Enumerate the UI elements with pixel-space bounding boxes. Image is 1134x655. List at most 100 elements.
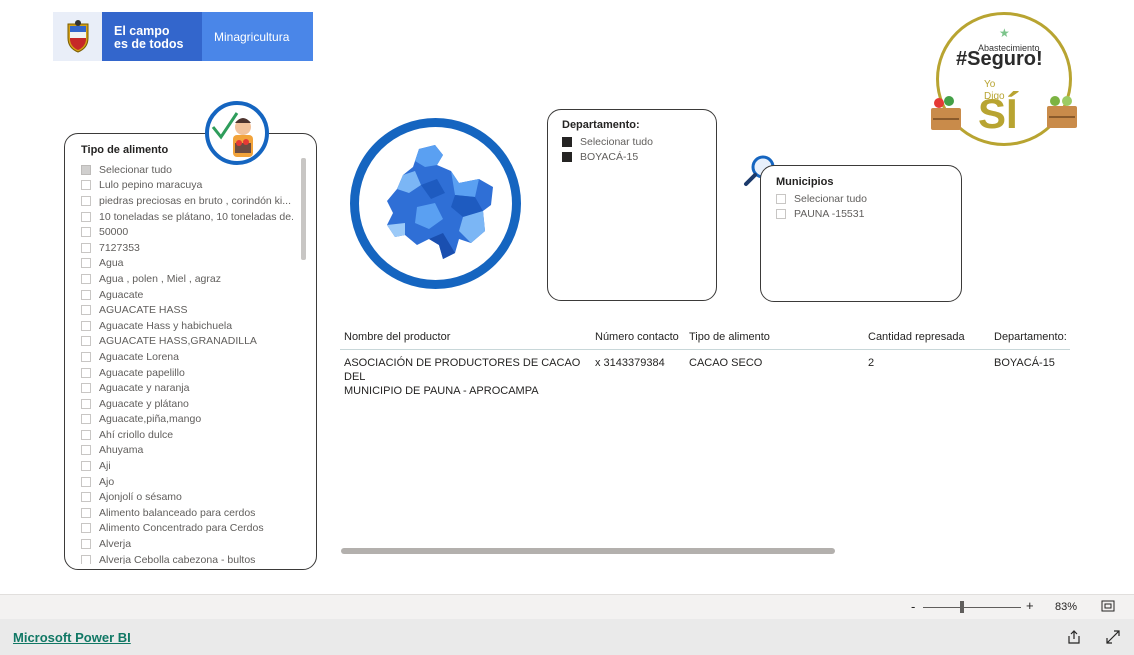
slicer-item[interactable]: 50000 — [81, 224, 293, 240]
checkbox[interactable] — [81, 258, 91, 269]
vegetable-crate-icon — [931, 108, 961, 130]
checkbox[interactable] — [81, 383, 91, 394]
checkbox[interactable] — [81, 289, 91, 300]
star-icon: ★ — [999, 26, 1010, 40]
column-header-tipo[interactable]: Tipo de alimento — [689, 330, 770, 344]
slicer-item[interactable]: Lulo pepino maracuya — [81, 178, 293, 194]
table-row[interactable]: ASOCIACIÓN DE PRODUCTORES DE CACAO DEL M… — [340, 350, 1070, 397]
slicer-item-boyaca[interactable]: BOYACÁ-15 — [562, 150, 712, 166]
share-icon[interactable] — [1067, 630, 1081, 649]
slicer-item[interactable]: Aguacate — [81, 287, 293, 303]
slicer-item[interactable]: Agua , polen , Miel , agraz — [81, 271, 293, 287]
checkbox[interactable] — [81, 242, 91, 253]
column-header-contacto[interactable]: Número contacto — [595, 330, 679, 344]
zoom-slider-track[interactable] — [923, 607, 1021, 608]
food-slicer-scrollbar[interactable] — [301, 158, 306, 260]
zoom-in-button[interactable]: + — [1026, 598, 1034, 613]
slicer-item-select-all[interactable]: Selecionar tudo — [81, 162, 293, 178]
slicer-item[interactable]: Aguacate y plátano — [81, 396, 293, 412]
checkbox[interactable] — [81, 180, 91, 191]
cell-departamento: BOYACÁ-15 — [994, 357, 1055, 369]
slicer-item[interactable]: piedras preciosas en bruto , corindón ki… — [81, 193, 293, 209]
slicer-item[interactable]: Aguacate y naranja — [81, 380, 293, 396]
checkbox[interactable] — [81, 461, 91, 472]
slicer-item[interactable]: Agua — [81, 256, 293, 272]
coat-of-arms-icon — [53, 12, 102, 61]
checkbox[interactable] — [81, 320, 91, 331]
slicer-item-select-all[interactable]: Selecionar tudo — [776, 191, 956, 207]
checkbox[interactable] — [81, 554, 91, 564]
cell-contacto: x 3143379384 — [595, 357, 665, 369]
zoom-slider-thumb[interactable] — [960, 601, 964, 613]
checkbox[interactable] — [776, 209, 786, 220]
checkbox[interactable] — [81, 195, 91, 206]
checkbox[interactable] — [562, 136, 572, 147]
slicer-item[interactable]: Alimento Concentrado para Cerdos — [81, 521, 293, 537]
checkbox[interactable] — [81, 476, 91, 487]
power-bi-link[interactable]: Microsoft Power BI — [13, 630, 131, 645]
checkbox[interactable] — [81, 305, 91, 316]
checkbox[interactable] — [81, 539, 91, 550]
checkbox[interactable] — [81, 227, 91, 238]
checkbox[interactable] — [81, 336, 91, 347]
slicer-item[interactable]: Aguacate Hass y habichuela — [81, 318, 293, 334]
slicer-item[interactable]: Alverja Cebolla cabezona - bultos — [81, 552, 293, 564]
slicer-item[interactable]: Alverja — [81, 536, 293, 552]
checkbox[interactable] — [81, 507, 91, 518]
slicer-item[interactable]: AGUACATE HASS — [81, 302, 293, 318]
fit-to-page-icon[interactable] — [1101, 600, 1115, 615]
badge-si: SÍ — [978, 90, 1018, 137]
slicer-item[interactable]: Ajo — [81, 474, 293, 490]
slicer-item[interactable]: Aguacate,piña,mango — [81, 412, 293, 428]
checkbox[interactable] — [81, 523, 91, 534]
checkbox[interactable] — [81, 429, 91, 440]
slicer-item[interactable]: Ahí criollo dulce — [81, 427, 293, 443]
slicer-item[interactable]: Aguacate Lorena — [81, 349, 293, 365]
department-slicer-list[interactable]: Selecionar tudo BOYACÁ-15 — [562, 134, 712, 165]
food-slicer-title: Tipo de alimento — [81, 144, 169, 156]
colombia-map — [350, 118, 521, 289]
slicer-item[interactable]: 7127353 — [81, 240, 293, 256]
checkbox[interactable] — [81, 273, 91, 284]
zoom-out-button[interactable]: - — [911, 599, 915, 614]
department-slicer: Departamento: Selecionar tudo BOYACÁ-15 — [547, 109, 717, 301]
colombia-map-icon — [387, 145, 493, 259]
cell-cantidad: 2 — [868, 357, 875, 369]
slicer-item[interactable]: Ahuyama — [81, 443, 293, 459]
checkbox[interactable] — [81, 398, 91, 409]
municipality-slicer-title: Municipios — [776, 176, 834, 188]
checkbox[interactable] — [81, 367, 91, 378]
slicer-item[interactable]: Alimento balanceado para cerdos — [81, 505, 293, 521]
checkbox[interactable] — [81, 351, 91, 362]
slicer-item[interactable]: 10 toneladas se plátano, 10 toneladas de… — [81, 209, 293, 225]
municipality-slicer-list[interactable]: Selecionar tudo PAUNA -15531 — [776, 191, 956, 222]
slicer-item[interactable]: Ajonjolí o sésamo — [81, 489, 293, 505]
abastecimiento-seguro-badge: ★ Abastecimiento #Seguro! Yo Digo SÍ — [928, 10, 1080, 150]
checkbox[interactable] — [562, 152, 572, 163]
zoom-level: 83% — [1055, 601, 1078, 613]
food-slicer-list[interactable]: Selecionar tudo Lulo pepino maracuya pie… — [81, 162, 293, 564]
checkbox[interactable] — [81, 414, 91, 425]
pepper-icon — [1050, 96, 1060, 106]
column-header-departamento[interactable]: Departamento: — [994, 330, 1067, 344]
table-horizontal-scrollbar[interactable] — [341, 548, 835, 554]
slicer-item[interactable]: AGUACATE HASS,GRANADILLA — [81, 334, 293, 350]
logo-line-2: es de todos — [114, 37, 184, 51]
fullscreen-icon[interactable] — [1106, 630, 1120, 649]
column-header-productor[interactable]: Nombre del productor — [344, 330, 450, 344]
government-logo: El campo es de todos Minagricultura — [53, 12, 313, 61]
cell-tipo: CACAO SECO — [689, 357, 763, 369]
checkbox[interactable] — [81, 445, 91, 456]
checkbox[interactable] — [81, 492, 91, 503]
slicer-item-select-all[interactable]: Selecionar tudo — [562, 134, 712, 150]
checkbox[interactable] — [776, 193, 786, 204]
badge-hashtag: #Seguro! — [956, 48, 1043, 70]
slicer-item[interactable]: Aguacate papelillo — [81, 365, 293, 381]
checkbox[interactable] — [81, 164, 91, 175]
checkbox[interactable] — [81, 211, 91, 222]
farmer-icon — [205, 101, 269, 165]
column-header-cantidad[interactable]: Cantidad represada — [868, 330, 965, 344]
slicer-item[interactable]: Aji — [81, 458, 293, 474]
slicer-item-pauna[interactable]: PAUNA -15531 — [776, 207, 956, 223]
zoom-bar: - + 83% — [0, 594, 1134, 619]
